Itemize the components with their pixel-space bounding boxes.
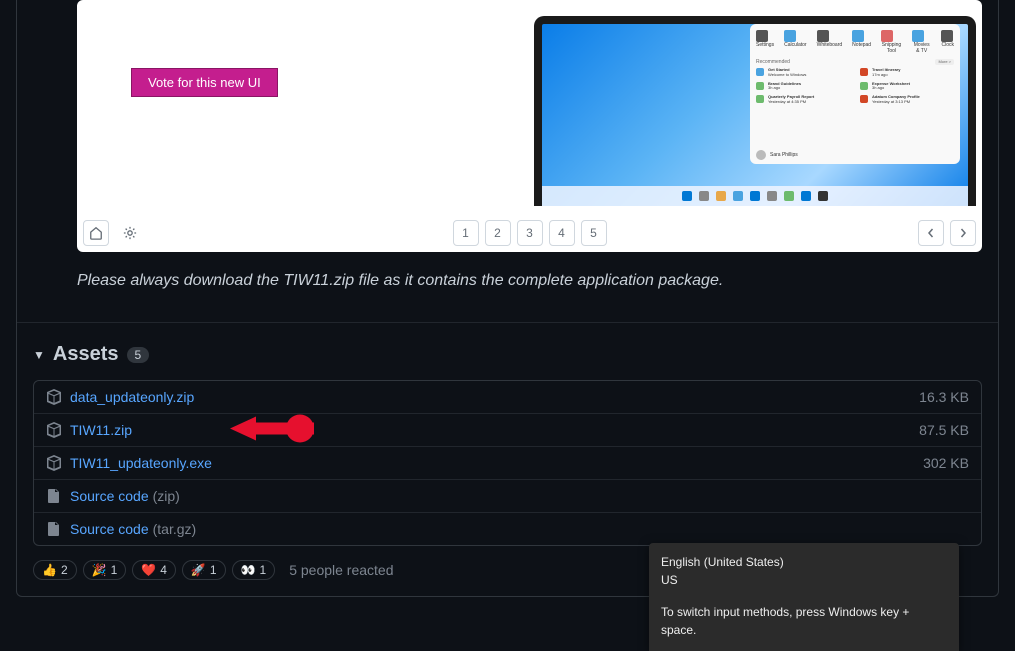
arrow-annotation <box>224 413 314 448</box>
asset-link[interactable]: TIW11.zip <box>70 422 132 438</box>
reaction-count: 1 <box>260 563 267 577</box>
ime-region: US <box>661 571 947 589</box>
package-icon <box>46 422 62 438</box>
download-notice: Please always download the TIW11.zip fil… <box>77 272 982 290</box>
windows-desktop-mock: Settings Calculator Whiteboard Notepad S… <box>534 16 977 206</box>
start-menu: Settings Calculator Whiteboard Notepad S… <box>750 24 960 164</box>
reaction-pill[interactable]: 👀1 <box>232 560 276 580</box>
assets-list: data_updateonly.zip 16.3 KB TIW11.zip 87.5 … <box>33 380 982 546</box>
asset-link[interactable]: TIW11_updateonly.exe <box>70 455 212 471</box>
asset-ext: (tar.gz) <box>153 521 197 537</box>
reaction-emoji: 🚀 <box>191 563 206 577</box>
asset-link[interactable]: Source code <box>70 488 149 504</box>
slideshow-controls: 1 2 3 4 5 <box>83 220 976 246</box>
reaction-emoji: 🎉 <box>92 563 107 577</box>
next-button[interactable] <box>950 220 976 246</box>
reaction-summary: 5 people reacted <box>289 562 393 578</box>
asset-link[interactable]: data_updateonly.zip <box>70 389 194 405</box>
asset-size: 302 KB <box>923 455 969 471</box>
asset-row: TIW11_updateonly.exe 302 KB <box>34 447 981 480</box>
slide-panel-right: Settings Calculator Whiteboard Notepad S… <box>534 6 977 206</box>
asset-size: 16.3 KB <box>919 389 969 405</box>
prev-button[interactable] <box>918 220 944 246</box>
reaction-emoji: 👍 <box>42 563 57 577</box>
assets-title: Assets <box>53 343 119 366</box>
asset-row: TIW11.zip 87.5 KB <box>34 414 981 447</box>
asset-row: data_updateonly.zip 16.3 KB <box>34 381 981 414</box>
vote-button[interactable]: Vote for this new UI <box>131 68 278 97</box>
reaction-count: 2 <box>61 563 68 577</box>
asset-link[interactable]: Source code <box>70 521 149 537</box>
asset-ext: (zip) <box>153 488 180 504</box>
reaction-pill[interactable]: 🚀1 <box>182 560 226 580</box>
reaction-pill[interactable]: 🎉1 <box>83 560 127 580</box>
assets-toggle[interactable]: ▼ Assets 5 <box>33 343 982 366</box>
package-icon <box>46 389 62 405</box>
file-zip-icon <box>46 488 62 504</box>
reaction-pill[interactable]: ❤️ 4 <box>132 560 176 580</box>
home-icon[interactable] <box>83 220 109 246</box>
reaction-count: 4 <box>160 563 167 577</box>
reaction-emoji: ❤️ <box>141 563 156 577</box>
reaction-count: 1 <box>210 563 217 577</box>
page-1-button[interactable]: 1 <box>453 220 479 246</box>
reaction-pill[interactable]: 👍2 <box>33 560 77 580</box>
reaction-emoji: 👀 <box>241 563 256 577</box>
slideshow-card: Vote for this new UI Settings Calculator… <box>77 0 982 252</box>
page-4-button[interactable]: 4 <box>549 220 575 246</box>
reaction-count: 1 <box>111 563 118 577</box>
slide-panel-left: Vote for this new UI <box>83 6 526 206</box>
caret-down-icon: ▼ <box>33 348 45 362</box>
asset-size: 87.5 KB <box>919 422 969 438</box>
asset-row: Source code (tar.gz) <box>34 513 981 545</box>
page-2-button[interactable]: 2 <box>485 220 511 246</box>
file-zip-icon <box>46 521 62 537</box>
package-icon <box>46 455 62 471</box>
ime-popup: English (United States) US To switch inp… <box>649 543 959 651</box>
asset-row: Source code (zip) <box>34 480 981 513</box>
page-5-button[interactable]: 5 <box>581 220 607 246</box>
assets-count-badge: 5 <box>127 347 150 363</box>
page-3-button[interactable]: 3 <box>517 220 543 246</box>
ime-language: English (United States) <box>661 553 947 571</box>
taskbar <box>542 186 969 206</box>
gear-icon[interactable] <box>117 220 143 246</box>
ime-hint: To switch input methods, press Windows k… <box>661 603 947 639</box>
